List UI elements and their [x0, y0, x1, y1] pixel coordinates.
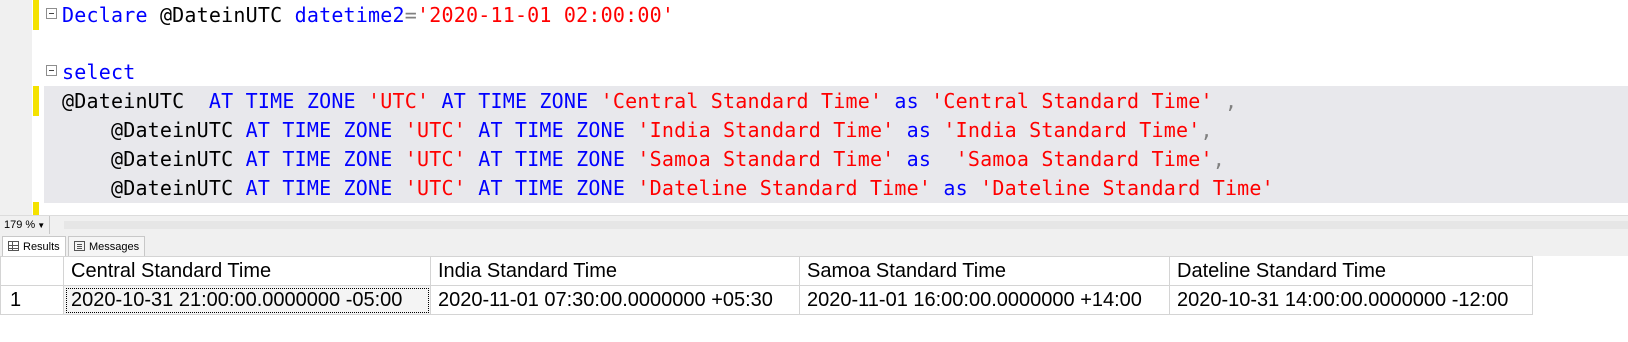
- column-header[interactable]: India Standard Time: [430, 256, 800, 286]
- code-token: 'India Standard Time': [943, 118, 1201, 142]
- code-token: @DateinUTC: [159, 3, 295, 27]
- horizontal-scrollbar[interactable]: [64, 221, 1628, 229]
- code-token: 'Dateline Standard Time': [980, 176, 1274, 200]
- code-token: '2020-11-01 02:00:00': [417, 3, 675, 27]
- chevron-down-icon: ▼: [37, 221, 46, 230]
- code-token: as: [931, 176, 981, 200]
- editor-status-bar: 179 % ▼: [0, 215, 1628, 235]
- code-token: @DateinUTC: [62, 118, 246, 142]
- code-token: AT TIME ZONE: [465, 147, 638, 171]
- code-token: Declare: [62, 3, 160, 27]
- row-number-header[interactable]: [0, 256, 64, 286]
- collapse-icon[interactable]: [46, 65, 57, 76]
- code-text: @DateinUTC AT TIME ZONE 'UTC' AT TIME ZO…: [62, 88, 1237, 114]
- code-token: AT TIME ZONE: [465, 118, 638, 142]
- code-text: @DateinUTC AT TIME ZONE 'UTC' AT TIME ZO…: [62, 117, 1213, 143]
- messages-icon: [74, 241, 85, 251]
- code-line-7[interactable]: @DateinUTC AT TIME ZONE 'UTC' AT TIME ZO…: [0, 173, 1628, 203]
- results-tabs: Results Messages: [0, 234, 1628, 257]
- code-token: as: [882, 89, 932, 113]
- code-line-4[interactable]: @DateinUTC AT TIME ZONE 'UTC' AT TIME ZO…: [0, 86, 1628, 116]
- change-marker: [33, 202, 39, 215]
- code-token: AT TIME ZONE: [465, 176, 638, 200]
- code-token: as: [894, 118, 944, 142]
- code-line-2[interactable]: [0, 30, 1628, 60]
- code-token: 'Samoa Standard Time': [955, 147, 1213, 171]
- change-marker: [33, 86, 39, 116]
- column-header[interactable]: Dateline Standard Time: [1169, 256, 1533, 286]
- code-token: =: [404, 3, 418, 27]
- code-token: 'UTC': [404, 147, 466, 171]
- row-number[interactable]: 1: [0, 285, 64, 315]
- code-token: ,: [1200, 118, 1213, 142]
- code-token: 'UTC': [404, 176, 466, 200]
- header-row: Central Standard Time India Standard Tim…: [0, 256, 1533, 286]
- query-editor[interactable]: Declare @DateinUTC datetime2='2020-11-01…: [0, 0, 1628, 215]
- table-cell[interactable]: 2020-10-31 14:00:00.0000000 -12:00: [1169, 285, 1533, 315]
- code-token: 'Central Standard Time': [600, 89, 883, 113]
- zoom-dropdown[interactable]: 179 % ▼: [0, 216, 51, 234]
- code-token: AT TIME ZONE: [429, 89, 601, 113]
- code-line-1[interactable]: Declare @DateinUTC datetime2='2020-11-01…: [0, 0, 1628, 30]
- code-token: AT TIME ZONE: [245, 176, 405, 200]
- code-token: @DateinUTC: [62, 176, 246, 200]
- code-line-3[interactable]: select: [0, 57, 1628, 87]
- code-token: 'UTC': [368, 89, 430, 113]
- code-token: ,: [1212, 89, 1238, 113]
- column-header[interactable]: Central Standard Time: [63, 256, 431, 286]
- table-cell[interactable]: 2020-10-31 21:00:00.0000000 -05:00: [63, 285, 431, 315]
- code-token: 'Dateline Standard Time': [637, 176, 932, 200]
- code-token: AT TIME ZONE: [245, 118, 405, 142]
- tab-results-label: Results: [23, 241, 60, 253]
- results-grid[interactable]: Central Standard Time India Standard Tim…: [0, 256, 1628, 342]
- results-table: Central Standard Time India Standard Tim…: [0, 256, 1533, 315]
- tab-results[interactable]: Results: [2, 236, 66, 256]
- table-cell[interactable]: 2020-11-01 16:00:00.0000000 +14:00: [799, 285, 1170, 315]
- tab-messages-label: Messages: [89, 241, 140, 253]
- code-line-6[interactable]: @DateinUTC AT TIME ZONE 'UTC' AT TIME ZO…: [0, 144, 1628, 174]
- code-token: as: [894, 147, 956, 171]
- code-token: select: [62, 60, 136, 84]
- code-token: AT TIME ZONE: [208, 89, 369, 113]
- table-cell[interactable]: 2020-11-01 07:30:00.0000000 +05:30: [430, 285, 800, 315]
- column-header[interactable]: Samoa Standard Time: [799, 256, 1170, 286]
- code-token: 'UTC': [404, 118, 466, 142]
- collapse-icon[interactable]: [46, 8, 57, 19]
- code-token: 'Samoa Standard Time': [637, 147, 895, 171]
- change-marker: [33, 0, 39, 30]
- code-line-5[interactable]: @DateinUTC AT TIME ZONE 'UTC' AT TIME ZO…: [0, 115, 1628, 145]
- code-text: @DateinUTC AT TIME ZONE 'UTC' AT TIME ZO…: [62, 146, 1225, 172]
- code-token: 'India Standard Time': [637, 118, 895, 142]
- code-token: @DateinUTC: [62, 89, 209, 113]
- code-token: 'Central Standard Time': [931, 89, 1213, 113]
- table-row: 1 2020-10-31 21:00:00.0000000 -05:00 202…: [0, 285, 1533, 315]
- code-text: @DateinUTC AT TIME ZONE 'UTC' AT TIME ZO…: [62, 175, 1274, 201]
- grid-icon: [8, 241, 19, 251]
- zoom-level: 179 %: [4, 219, 36, 231]
- code-token: datetime2: [294, 3, 405, 27]
- code-text: Declare @DateinUTC datetime2='2020-11-01…: [62, 2, 674, 28]
- code-token: @DateinUTC: [62, 147, 246, 171]
- code-token: ,: [1212, 147, 1225, 171]
- code-text: select: [62, 59, 135, 85]
- code-line-8[interactable]: [0, 202, 1628, 215]
- tab-messages[interactable]: Messages: [68, 236, 146, 256]
- code-token: AT TIME ZONE: [245, 147, 405, 171]
